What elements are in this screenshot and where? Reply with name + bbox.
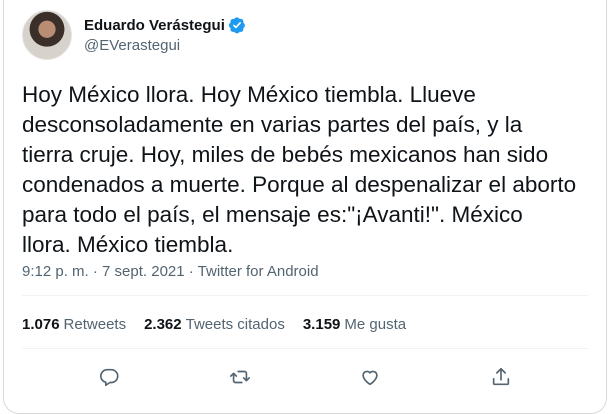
- retweet-icon: [229, 370, 250, 384]
- quotes-stat[interactable]: 2.362 Tweets citados: [144, 316, 285, 333]
- tweet-timestamp[interactable]: 9:12 p. m. · 7 sept. 2021 · Twitter for …: [22, 263, 319, 280]
- name-row: Eduardo Verástegui: [84, 16, 246, 34]
- reply-icon: [100, 368, 119, 387]
- display-name[interactable]: Eduardo Verástegui: [84, 17, 225, 34]
- tweet-stats: 1.076 Retweets 2.362 Tweets citados 3.159 M…: [22, 316, 424, 333]
- likes-label: Me gusta: [344, 316, 407, 333]
- likes-count: 3.159: [302, 316, 341, 333]
- share-icon: [492, 367, 509, 386]
- like-button[interactable]: [353, 360, 387, 394]
- reply-button[interactable]: [92, 360, 126, 394]
- tweet-text: Hoy México llora. Hoy México tiembla. Ll…: [22, 82, 577, 257]
- likes-stat[interactable]: 3.159 Me gusta: [303, 316, 406, 333]
- retweets-stat[interactable]: 1.076 Retweets: [22, 316, 126, 333]
- verified-badge-icon: [228, 17, 245, 34]
- retweet-button[interactable]: [223, 360, 257, 394]
- retweets-count: 1.076: [22, 316, 60, 333]
- like-icon: [362, 370, 378, 386]
- tweet-card: Eduardo Verástegui @EVerastegui Hoy Méxi…: [3, 0, 607, 414]
- quotes-label: Tweets citados: [185, 316, 285, 333]
- handle[interactable]: @EVerastegui: [84, 37, 246, 54]
- share-button[interactable]: [484, 360, 518, 394]
- avatar[interactable]: [22, 10, 72, 60]
- author-info: Eduardo Verástegui @EVerastegui: [84, 16, 246, 54]
- retweets-label: Retweets: [63, 316, 127, 333]
- divider: [22, 348, 588, 349]
- divider: [22, 295, 588, 296]
- quotes-count: 2.362: [144, 316, 182, 333]
- action-bar: [4, 360, 606, 394]
- tweet-header: Eduardo Verástegui @EVerastegui: [22, 10, 246, 60]
